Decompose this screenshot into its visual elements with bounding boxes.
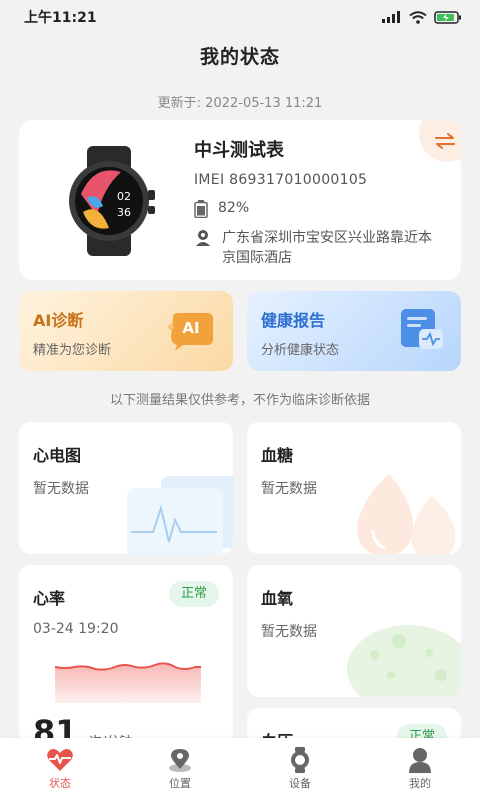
location-pin-icon xyxy=(196,230,210,246)
oxygen-cell-icon xyxy=(347,625,461,697)
watch-icon xyxy=(286,747,314,773)
blood-oxygen-card[interactable]: 血氧 暂无数据 xyxy=(247,565,461,697)
tab-device-label: 设备 xyxy=(289,777,311,790)
switch-device-button[interactable] xyxy=(419,120,461,162)
disclaimer-text: 以下测量结果仅供参考，不作为临床诊断依据 xyxy=(109,393,370,408)
bottom-tab-bar: 状态 位置 设备 我的 xyxy=(0,738,480,800)
blood-drop-icon xyxy=(357,474,456,554)
svg-text:36: 36 xyxy=(117,206,131,219)
location-icon xyxy=(166,747,194,773)
ai-diagnosis-card[interactable]: AI诊断 精准为您诊断 AI xyxy=(19,291,233,371)
device-address: 广东省深圳市宝安区兴业路靠近本京国际酒店 xyxy=(222,230,432,266)
tab-status[interactable]: 状态 xyxy=(0,738,120,800)
oxygen-title: 血氧 xyxy=(261,589,294,608)
ecg-status: 暂无数据 xyxy=(33,481,89,497)
battery-percent: 82% xyxy=(218,200,250,216)
status-time: 上午11:21 xyxy=(24,10,97,26)
tab-device[interactable]: 设备 xyxy=(240,738,360,800)
ecg-illustration-icon xyxy=(127,476,233,554)
health-report-card[interactable]: 健康报告 分析健康状态 xyxy=(247,291,461,371)
heart-rate-wave-icon xyxy=(55,662,201,703)
battery-icon xyxy=(434,10,461,24)
page-title: 我的状态 xyxy=(199,46,280,68)
tab-location-label: 位置 xyxy=(169,777,191,790)
ai-bubble-icon: AI xyxy=(167,313,215,351)
status-icons xyxy=(382,10,462,24)
person-icon xyxy=(406,747,434,773)
ecg-title: 心电图 xyxy=(33,446,82,465)
report-document-icon xyxy=(401,309,443,349)
tab-status-label: 状态 xyxy=(49,777,71,790)
glucose-status: 暂无数据 xyxy=(261,481,317,497)
ai-diagnosis-title: AI诊断 xyxy=(33,311,84,330)
watch-image: 02 36 xyxy=(69,146,155,256)
tab-location[interactable]: 位置 xyxy=(120,738,240,800)
health-report-title: 健康报告 xyxy=(261,311,326,330)
battery-row: 82% xyxy=(194,200,249,218)
device-name: 中斗测试表 xyxy=(194,140,284,161)
swap-arrows-icon xyxy=(435,133,455,149)
svg-text:02: 02 xyxy=(117,190,131,203)
oxygen-status: 暂无数据 xyxy=(261,624,317,640)
heart-rate-status-badge: 正常 xyxy=(168,581,219,607)
last-updated-text: 更新于: 2022-05-13 11:21 xyxy=(157,96,323,111)
address-row: 广东省深圳市宝安区兴业路靠近本京国际酒店 xyxy=(194,228,444,268)
device-card[interactable]: 02 36 中斗测试表 IMEI 869317010000105 82% 广东省… xyxy=(19,120,461,280)
signal-icon xyxy=(382,11,400,23)
ecg-card[interactable]: 心电图 暂无数据 xyxy=(19,422,233,554)
device-imei: IMEI 869317010000105 xyxy=(194,172,368,188)
heart-rate-time: 03-24 19:20 xyxy=(33,621,119,637)
battery-level-icon xyxy=(194,200,208,218)
glucose-title: 血糖 xyxy=(261,446,294,465)
heart-rate-title: 心率 xyxy=(33,589,66,608)
blood-glucose-card[interactable]: 血糖 暂无数据 xyxy=(247,422,461,554)
ai-diagnosis-subtitle: 精准为您诊断 xyxy=(33,343,112,358)
wifi-icon xyxy=(409,10,427,24)
heart-pulse-icon xyxy=(46,747,74,773)
health-report-subtitle: 分析健康状态 xyxy=(261,343,340,358)
status-bar: 上午11:21 xyxy=(0,0,480,34)
tab-mine[interactable]: 我的 xyxy=(360,738,480,800)
heart-rate-card[interactable]: 心率 正常 03-24 19:20 81 次/分钟 xyxy=(19,565,233,755)
tab-mine-label: 我的 xyxy=(409,777,431,790)
